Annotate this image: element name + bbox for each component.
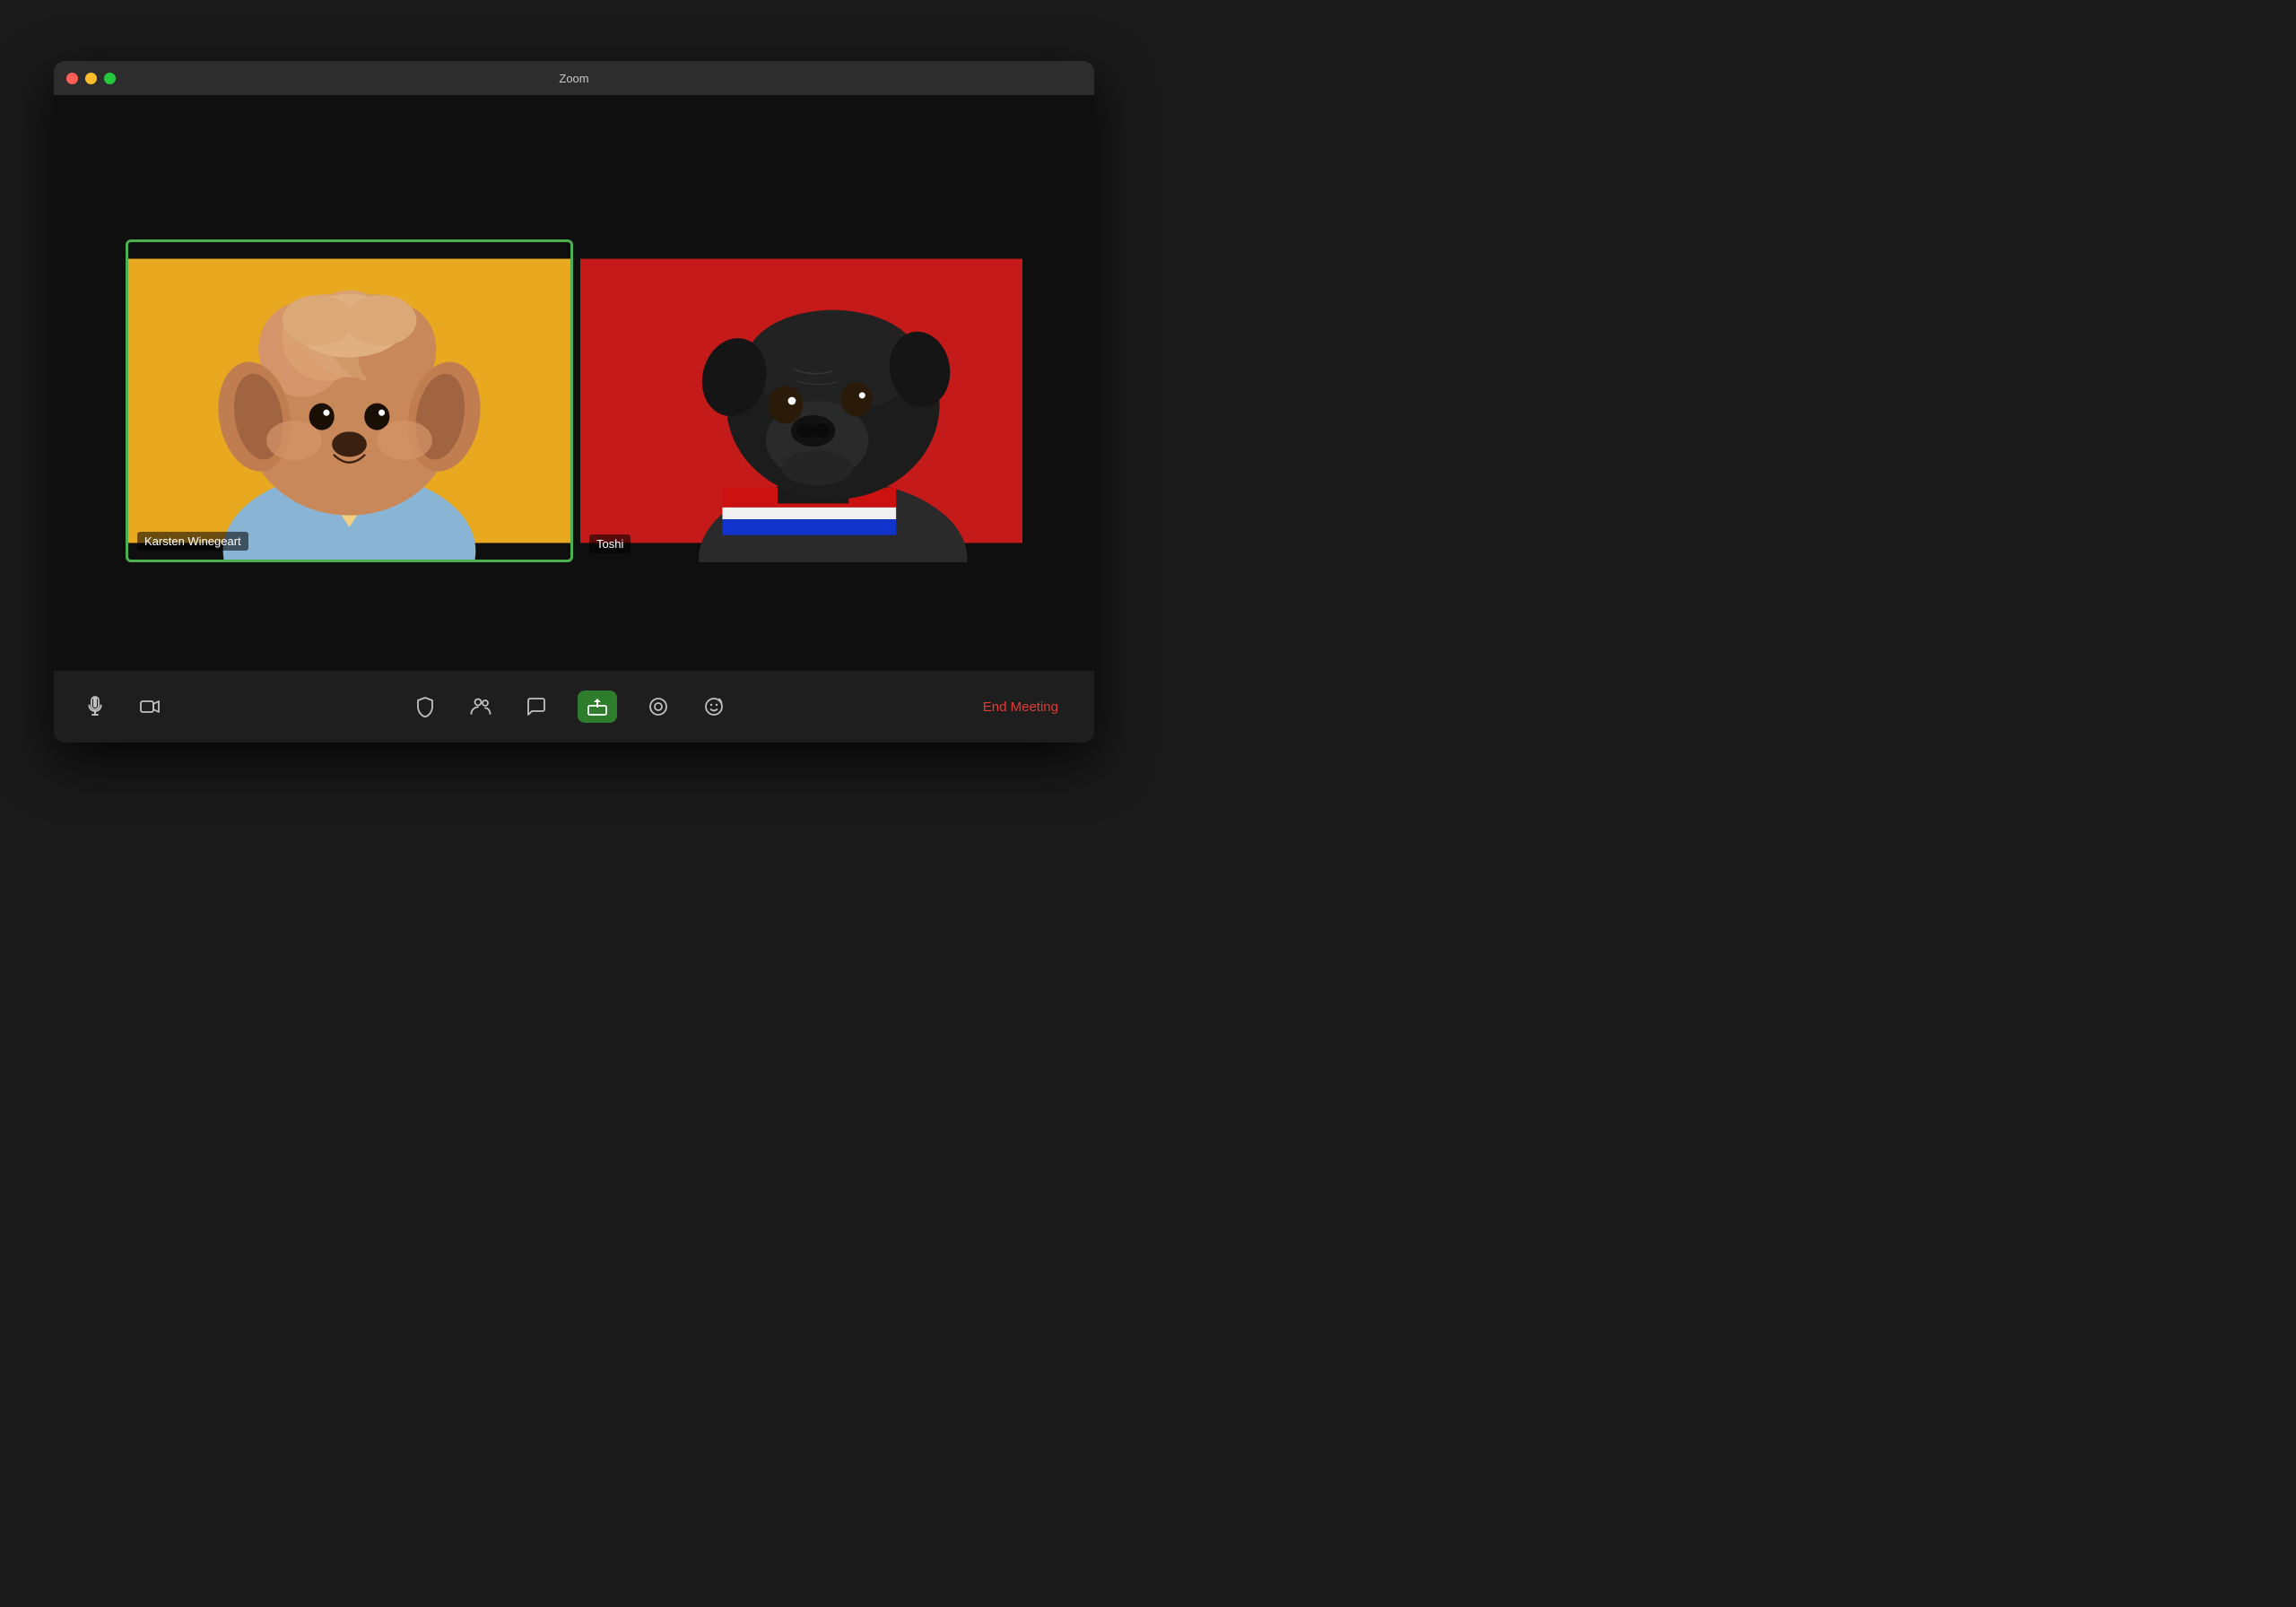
participant-name-toshi: Toshi <box>589 534 631 553</box>
maximize-button[interactable] <box>104 73 116 84</box>
emoji-icon <box>703 696 725 717</box>
toolbar-right: End Meeting <box>974 694 1067 720</box>
video-button[interactable] <box>136 692 165 721</box>
record-button[interactable] <box>644 692 673 721</box>
mute-button[interactable] <box>81 692 109 721</box>
people-icon <box>470 696 491 717</box>
toolbar-center <box>165 691 974 723</box>
window-title: Zoom <box>559 72 588 85</box>
participant-name-karsten: Karsten Winegeart <box>137 532 248 551</box>
toolbar: End Meeting <box>54 671 1094 743</box>
security-button[interactable] <box>411 692 439 721</box>
chat-button[interactable] <box>522 692 551 721</box>
video-tile-karsten: Karsten Winegeart <box>126 239 573 562</box>
minimize-button[interactable] <box>85 73 97 84</box>
shield-icon <box>414 696 436 717</box>
video-tile-toshi: Toshi <box>580 239 1022 562</box>
end-meeting-button[interactable]: End Meeting <box>974 694 1067 720</box>
titlebar: Zoom <box>54 61 1094 95</box>
share-screen-button[interactable] <box>578 691 617 723</box>
participants-button[interactable] <box>466 692 495 721</box>
video-grid: Karsten Winegeart <box>54 131 1094 671</box>
close-button[interactable] <box>66 73 78 84</box>
toolbar-left <box>81 692 165 721</box>
traffic-lights <box>66 73 116 84</box>
share-screen-icon <box>587 696 608 717</box>
content-area: Karsten Winegeart <box>54 95 1094 743</box>
zoom-window: Zoom <box>54 61 1094 743</box>
record-icon <box>648 696 669 717</box>
video-camera-icon <box>140 696 161 717</box>
chat-icon <box>526 696 547 717</box>
microphone-icon <box>84 696 106 717</box>
reactions-button[interactable] <box>700 692 728 721</box>
